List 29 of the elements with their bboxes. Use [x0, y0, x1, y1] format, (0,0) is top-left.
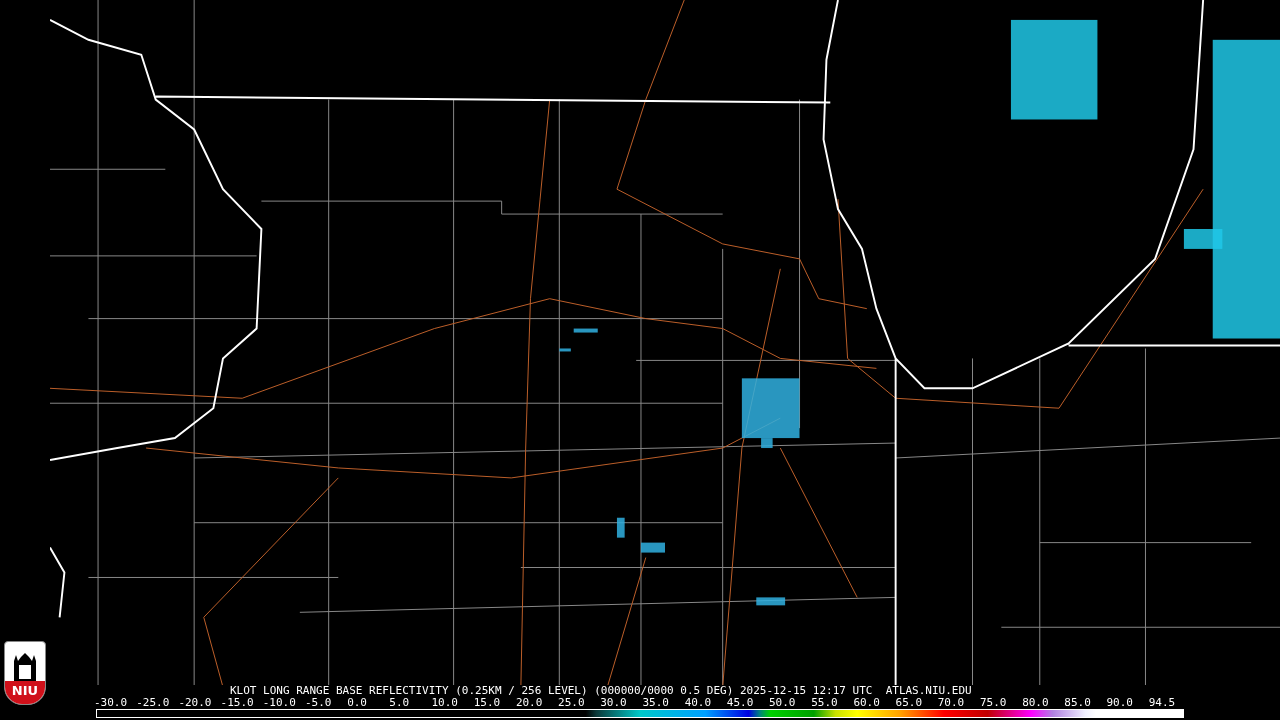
scale-label: 60.0	[853, 697, 881, 709]
scale-label: 20.0	[515, 697, 544, 709]
scale-label: -25.0	[136, 697, 171, 709]
scale-label: 35.0	[642, 697, 670, 709]
scale-label: 90.0	[1106, 697, 1134, 709]
tower-icon	[12, 653, 38, 681]
logo-text: NIU	[5, 681, 45, 704]
scale-label: 45.0	[726, 697, 755, 709]
scale-label: -30.0	[94, 697, 129, 709]
scale-label: -5.0	[304, 697, 333, 709]
scale-label: 75.0	[979, 697, 1008, 709]
scale-label: 5.0	[389, 697, 411, 709]
scale-label: -10.0	[262, 697, 297, 709]
scale-label: -15.0	[220, 697, 255, 709]
scale-label: 70.0	[937, 697, 966, 709]
scale-label: 15.0	[473, 697, 502, 709]
scale-label: 40.0	[684, 697, 713, 709]
scale-label: 85.0	[1064, 697, 1092, 709]
scale-label: 30.0	[600, 697, 628, 709]
scale-label: 10.0	[431, 697, 459, 709]
product-caption: KLOT LONG RANGE BASE REFLECTIVITY (0.25KM / 256 LEVEL) (000000/0000 0.5 DEG) 2025-12-15 12:17 UTC ATLAS.NIU.EDU	[230, 685, 972, 697]
scale-label: -20.0	[178, 697, 213, 709]
scale-label: 25.0	[558, 697, 586, 709]
scale-label: 0.0	[347, 697, 368, 709]
scale-label: 94.5	[1148, 697, 1177, 709]
scale-label: 50.0	[769, 697, 797, 709]
scale-label: 65.0	[895, 697, 924, 709]
scale-label: 80.0	[1022, 697, 1050, 709]
scale-label: 55.0	[811, 697, 839, 709]
